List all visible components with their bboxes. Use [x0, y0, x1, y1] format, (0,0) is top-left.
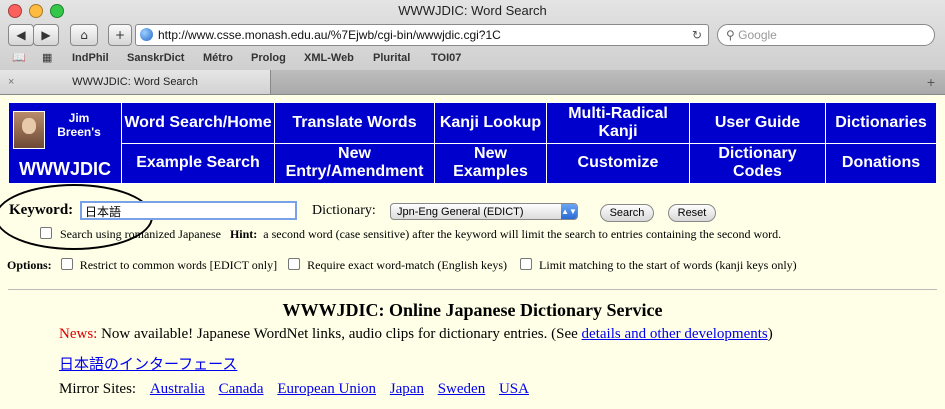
- address-text: http://www.csse.monash.edu.au/%7Ejwb/cgi…: [158, 28, 501, 42]
- home-button[interactable]: ⌂: [70, 24, 98, 46]
- nav-donations[interactable]: Donations: [825, 142, 937, 184]
- bookmark-indphil[interactable]: IndPhil: [72, 49, 109, 67]
- exact-match-label: Require exact word-match (English keys): [307, 258, 508, 272]
- author-photo: [13, 111, 45, 149]
- news-label: News:: [59, 326, 98, 342]
- japanese-interface-row: 日本語のインターフェース: [59, 353, 237, 374]
- news-line: News: Now available! Japanese WordNet li…: [59, 326, 773, 343]
- grid-icon[interactable]: ▦: [42, 49, 52, 67]
- mirror-australia[interactable]: Australia: [150, 381, 205, 397]
- start-of-words-checkbox[interactable]: [520, 258, 533, 270]
- nav-new-examples[interactable]: New Examples: [434, 142, 547, 184]
- romanized-label: Search using romanized Japanese: [60, 227, 221, 241]
- nav-customize[interactable]: Customize: [546, 142, 690, 184]
- mirror-usa[interactable]: USA: [499, 381, 529, 397]
- home-icon: ⌂: [80, 28, 88, 42]
- bookmark-metro[interactable]: Métro: [203, 49, 233, 67]
- select-arrows-icon: ▲▼: [561, 204, 577, 219]
- open-book-icon[interactable]: 📖: [12, 49, 26, 67]
- nav-word-search[interactable]: Word Search/Home: [121, 102, 275, 144]
- mirror-sites: Mirror Sites: Australia Canada European …: [59, 381, 529, 398]
- bookmark-plurital[interactable]: Plurital: [373, 49, 410, 67]
- tab-wwwjdic[interactable]: × WWWJDIC: Word Search: [0, 70, 271, 94]
- news-text: Now available! Japanese WordNet links, a…: [97, 326, 582, 342]
- tab-label: WWWJDIC: Word Search: [72, 76, 198, 88]
- browser-chrome: WWWJDIC: Word Search ◀ ▶ ⌂ + http://www.…: [0, 0, 945, 95]
- hint-text: a second word (case sensitive) after the…: [263, 227, 782, 241]
- bookmark-sanskrdict[interactable]: SanskrDict: [127, 49, 184, 67]
- news-end: ): [767, 326, 773, 342]
- nav-dictionaries[interactable]: Dictionaries: [825, 102, 937, 144]
- exact-match-checkbox[interactable]: [288, 258, 301, 270]
- dictionary-label: Dictionary:: [312, 203, 376, 218]
- keyword-input[interactable]: 日本語: [80, 201, 297, 220]
- nav-user-guide[interactable]: User Guide: [689, 102, 826, 144]
- close-tab-icon[interactable]: ×: [8, 70, 14, 94]
- nav-multi-radical-kanji[interactable]: Multi-Radical Kanji: [546, 102, 690, 144]
- mirror-japan[interactable]: Japan: [390, 381, 424, 397]
- tab-bar: × WWWJDIC: Word Search +: [0, 70, 945, 94]
- plus-icon: +: [114, 28, 126, 42]
- site-logo[interactable]: Jim Breen's WWWJDIC: [8, 102, 122, 184]
- bookmark-toi07[interactable]: TOI07: [431, 49, 461, 67]
- search-placeholder: Google: [738, 28, 777, 42]
- add-bookmark-button[interactable]: +: [108, 24, 132, 46]
- mirror-canada[interactable]: Canada: [219, 381, 264, 397]
- japanese-interface-link[interactable]: 日本語のインターフェース: [59, 355, 237, 373]
- back-arrow-icon: ◀: [16, 28, 26, 42]
- common-words-label: Restrict to common words [EDICT only]: [79, 258, 278, 272]
- globe-icon: [140, 28, 153, 41]
- bookmark-prolog[interactable]: Prolog: [251, 49, 286, 67]
- dictionary-select[interactable]: Jpn-Eng General (EDICT) ▲▼: [390, 203, 578, 220]
- keyword-label: Keyword:: [9, 202, 74, 218]
- window-title: WWWJDIC: Word Search: [398, 3, 547, 18]
- hint-label: Hint:: [229, 227, 258, 241]
- new-tab-icon[interactable]: +: [927, 74, 935, 90]
- nav-translate-words[interactable]: Translate Words: [274, 102, 435, 144]
- back-button[interactable]: ◀: [8, 24, 34, 46]
- forward-button[interactable]: ▶: [33, 24, 59, 46]
- divider: [8, 289, 937, 290]
- logo-top-text: Jim Breen's: [57, 111, 101, 139]
- logo-bottom-text: WWWJDIC: [19, 159, 111, 179]
- mirror-sweden[interactable]: Sweden: [438, 381, 486, 397]
- nav-new-entry[interactable]: New Entry/Amendment: [274, 142, 435, 184]
- options-row: Options: Restrict to common words [EDICT…: [7, 258, 797, 273]
- romanized-row: Search using romanized Japanese Hint: a …: [40, 227, 781, 242]
- romanized-checkbox[interactable]: [40, 227, 52, 239]
- nav-dictionary-codes[interactable]: Dictionary Codes: [689, 142, 826, 184]
- reload-icon[interactable]: ↻: [692, 25, 702, 45]
- common-words-checkbox[interactable]: [60, 258, 73, 270]
- address-bar[interactable]: http://www.csse.monash.edu.au/%7Ejwb/cgi…: [135, 24, 709, 46]
- magnifier-icon: ⚲: [726, 28, 735, 42]
- mirror-label: Mirror Sites:: [59, 381, 137, 397]
- bookmark-xml-web[interactable]: XML-Web: [304, 49, 354, 67]
- page-heading: WWWJDIC: Online Japanese Dictionary Serv…: [282, 300, 663, 320]
- mirror-european-union[interactable]: European Union: [277, 381, 376, 397]
- reset-button[interactable]: Reset: [668, 204, 716, 222]
- forward-arrow-icon: ▶: [41, 28, 51, 42]
- options-label: Options:: [7, 258, 52, 272]
- dictionary-selected-value: Jpn-Eng General (EDICT): [397, 206, 524, 218]
- nav-kanji-lookup[interactable]: Kanji Lookup: [434, 102, 547, 144]
- search-button[interactable]: Search: [600, 204, 654, 222]
- browser-toolbar: ◀ ▶ ⌂ + http://www.csse.monash.edu.au/%7…: [0, 23, 945, 47]
- main-navigation: Jim Breen's WWWJDIC Word Search/Home Tra…: [8, 102, 937, 184]
- nav-example-search[interactable]: Example Search: [121, 142, 275, 184]
- news-details-link[interactable]: details and other developments: [582, 326, 768, 342]
- search-field[interactable]: ⚲ Google: [717, 24, 935, 46]
- bookmarks-bar: 📖 ▦ IndPhil SanskrDict Métro Prolog XML-…: [0, 49, 945, 67]
- start-of-words-label: Limit matching to the start of words (ka…: [539, 258, 797, 272]
